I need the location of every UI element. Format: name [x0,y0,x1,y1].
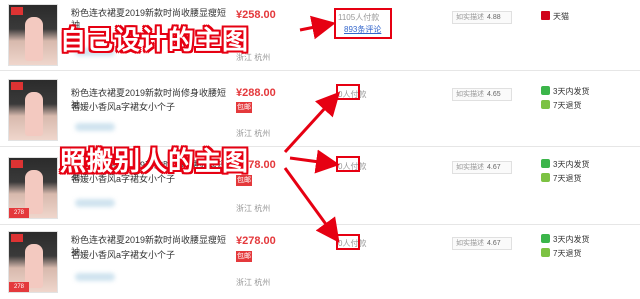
ship-label: 3天内发货 [553,160,590,169]
blurred-shop-name [75,273,115,281]
price-badge-icon: 278 [9,282,29,292]
rating-box: 如实描述 4.67 [452,237,512,250]
service-ship[interactable]: 3天内发货 [541,234,589,245]
return-label: 7天退货 [553,174,582,183]
shop-logo-icon [11,160,23,168]
search-results-screenshot: 粉色连衣裙夏2019新款时尚收腰显瘦短袖 ¥258.00 浙江 杭州 1105人… [0,0,640,299]
truck-icon [541,159,550,168]
truck-icon [541,86,550,95]
rating-label: 如实描述 [456,164,484,171]
rating-box: 如实描述 4.88 [452,11,512,24]
ship-label: 3天内发货 [553,87,590,96]
service-ship[interactable]: 3天内发货 [541,159,589,170]
product-image[interactable] [8,79,58,141]
rating-box: 如实描述 4.65 [452,88,512,101]
service-return[interactable]: 7天退货 [541,248,581,259]
rating-label: 如实描述 [456,14,484,21]
service-ship[interactable]: 3天内发货 [541,86,589,97]
product-image[interactable]: 278 [8,157,58,219]
tmall-icon [541,11,550,20]
product-row-4[interactable]: 278 粉色连衣裙夏2019新款时尚收腰显瘦短袖 名媛小香风a字裙女小个子 ¥2… [0,224,640,299]
rating-label: 如实描述 [456,240,484,247]
product-image[interactable]: 278 [8,231,58,293]
location: 浙江 杭州 [236,204,271,213]
product-price: ¥288.00 [236,87,276,99]
return-icon [541,100,550,109]
price-badge-icon: 278 [9,208,29,218]
service-return[interactable]: 7天退货 [541,173,581,184]
product-subtitle[interactable]: 名媛小香风a字裙女小个子 [71,249,231,261]
service-return[interactable]: 7天退货 [541,100,581,111]
rating-label: 如实描述 [456,91,484,98]
blurred-shop-name [75,123,115,131]
highlight-box-sales-4 [336,234,360,250]
product-row-2[interactable]: 粉色连衣裙夏2019新款时尚修身收腰短袖 名媛小香风a字裙女小个子 ¥288.0… [0,70,640,146]
shop-logo-icon [11,234,23,242]
annotation-own-design: 自己设计的主图 [60,25,250,55]
ship-label: 3天内发货 [553,235,590,244]
return-label: 7天退货 [553,101,582,110]
tmall-label: 天猫 [553,12,569,21]
rating-score: 4.65 [487,91,501,98]
free-shipping-tag: 包邮 [236,251,252,262]
return-icon [541,248,550,257]
model-figure [25,17,43,61]
return-label: 7天退货 [553,249,582,258]
product-subtitle[interactable]: 名媛小香风a字裙女小个子 [71,101,231,113]
free-shipping-tag: 包邮 [236,102,252,113]
rating-score: 4.67 [487,164,501,171]
model-figure [25,92,43,136]
product-price: ¥278.00 [236,235,276,247]
annotation-copied: 照搬别人的主图 [60,146,250,176]
rating-score: 4.88 [487,14,501,21]
location: 浙江 杭州 [236,129,271,138]
rating-score: 4.67 [487,240,501,247]
shop-logo-icon [11,7,23,15]
rating-box: 如实描述 4.67 [452,161,512,174]
return-icon [541,173,550,182]
highlight-box-sales-1 [334,8,392,39]
shop-logo-icon [11,82,23,90]
service-tmall[interactable]: 天猫 [541,11,569,22]
highlight-box-sales-2 [336,84,360,100]
truck-icon [541,234,550,243]
blurred-shop-name [75,199,115,207]
product-image[interactable] [8,4,58,66]
location: 浙江 杭州 [236,278,271,287]
highlight-box-sales-3 [336,156,360,172]
